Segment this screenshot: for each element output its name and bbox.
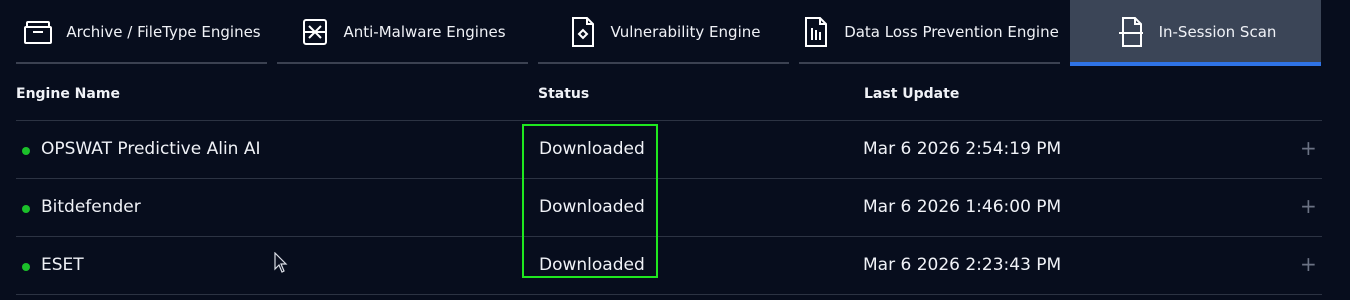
mouse-pointer-icon [274,252,288,273]
engine-last-update: Mar 6 2026 1:46:00 PM [863,197,1062,217]
status-dot [22,205,30,213]
tab-label: In-Session Scan [1158,23,1277,41]
data-loss-prevention-icon [800,16,832,48]
expand-row-button[interactable]: + [1300,136,1317,160]
archive-icon [22,16,54,48]
table-row[interactable]: OPSWAT Predictive Alin AI Downloaded Mar… [16,121,1322,179]
expand-row-button[interactable]: + [1300,194,1317,218]
engine-last-update: Mar 6 2026 2:54:19 PM [863,139,1062,159]
tab-label: Vulnerability Engine [610,23,761,41]
column-header-last-update: Last Update [864,86,960,102]
engine-name: ESET [41,255,84,275]
engine-last-update: Mar 6 2026 2:23:43 PM [863,255,1062,275]
tab-label: Anti-Malware Engines [343,23,506,41]
table-row[interactable]: Bitdefender Downloaded Mar 6 2026 1:46:0… [16,179,1322,237]
tab-vulnerability-engine[interactable]: Vulnerability Engine [538,0,789,64]
engine-status: Downloaded [539,197,645,217]
tab-in-session-scan[interactable]: In-Session Scan [1070,0,1321,66]
tab-data-loss-prevention-engine[interactable]: Data Loss Prevention Engine [799,0,1060,64]
tab-anti-malware-engines[interactable]: Anti-Malware Engines [277,0,528,64]
engine-name: Bitdefender [41,197,141,217]
vulnerability-icon [567,16,599,48]
column-header-engine-name: Engine Name [16,86,120,102]
engines-table: Engine Name Status Last Update OPSWAT Pr… [16,72,1322,295]
status-dot [22,147,30,155]
table-row[interactable]: ESET Downloaded Mar 6 2026 2:23:43 PM + [16,237,1322,295]
anti-malware-icon [299,16,331,48]
table-header: Engine Name Status Last Update [16,72,1322,121]
status-dot [22,263,30,271]
engine-name: OPSWAT Predictive Alin AI [41,139,261,159]
tab-label: Data Loss Prevention Engine [844,23,1059,41]
expand-row-button[interactable]: + [1300,252,1317,276]
tab-archive-filetype-engines[interactable]: Archive / FileType Engines [16,0,267,64]
column-header-status: Status [538,86,590,102]
engine-status: Downloaded [539,139,645,159]
engine-tabs: Archive / FileType Engines Anti-Malware … [16,0,1322,66]
engine-status: Downloaded [539,255,645,275]
in-session-scan-icon [1115,16,1147,48]
tab-label: Archive / FileType Engines [66,23,261,41]
